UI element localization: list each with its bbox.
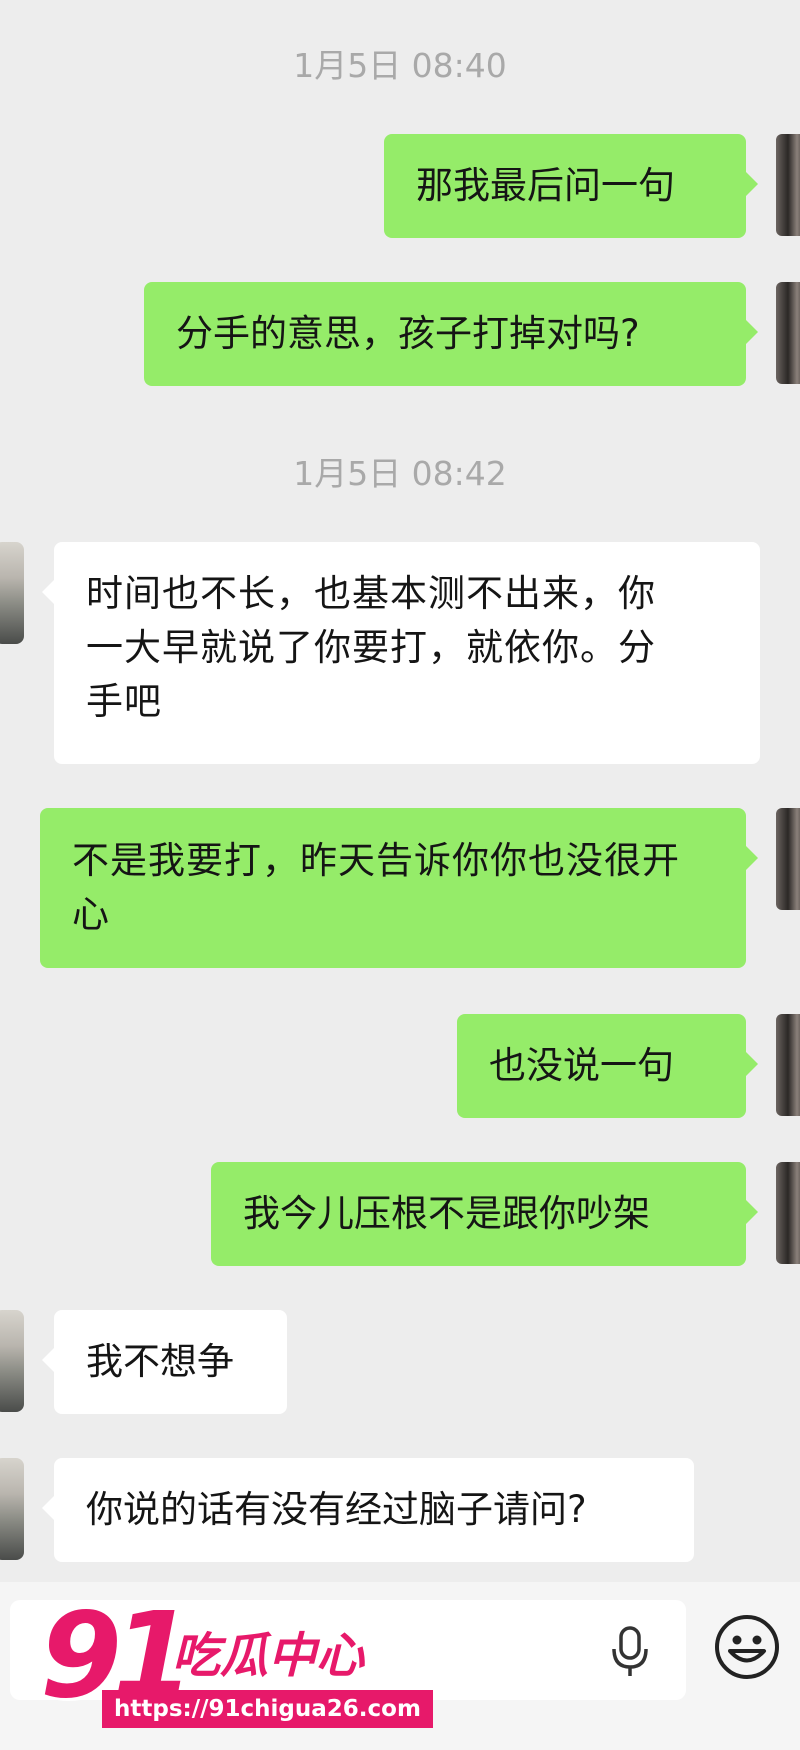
my-avatar[interactable]: [776, 282, 800, 384]
my-avatar[interactable]: [776, 1162, 800, 1264]
contact-avatar[interactable]: [0, 1310, 24, 1412]
sent-message[interactable]: 不是我要打，昨天告诉你你也没很开心: [40, 808, 758, 968]
received-message[interactable]: 你说的话有没有经过脑子请问?: [42, 1458, 694, 1562]
message-text: 我不想争: [86, 1340, 234, 1383]
my-avatar[interactable]: [776, 808, 800, 910]
message-text: 我今儿压根不是跟你吵架: [243, 1192, 650, 1235]
contact-avatar[interactable]: [0, 1458, 24, 1560]
site-watermark: 91 吃瓜中心 https://91chigua26.com: [40, 1590, 433, 1740]
contact-avatar[interactable]: [0, 542, 24, 644]
received-message[interactable]: 我不想争: [42, 1310, 287, 1414]
my-avatar[interactable]: [776, 134, 800, 236]
sent-message[interactable]: 那我最后问一句: [384, 134, 758, 238]
message-text: 那我最后问一句: [416, 164, 675, 207]
sent-message[interactable]: 也没说一句: [457, 1014, 758, 1118]
message-text: 你说的话有没有经过脑子请问?: [86, 1488, 587, 1531]
smiley-face-icon[interactable]: [714, 1614, 780, 1680]
message-text: 也没说一句: [489, 1044, 674, 1087]
timestamp: 1月5日 08:40: [293, 46, 507, 85]
timestamp: 1月5日 08:42: [293, 454, 507, 493]
my-avatar[interactable]: [776, 1014, 800, 1116]
message-text: 时间也不长，也基本测不出来，你一大早就说了你要打，就依你。分手吧: [86, 572, 656, 723]
watermark-title: 吃瓜中心: [172, 1628, 365, 1684]
microphone-icon[interactable]: [610, 1625, 650, 1679]
watermark-url: https://91chigua26.com: [102, 1690, 433, 1728]
sent-message[interactable]: 我今儿压根不是跟你吵架: [211, 1162, 758, 1266]
message-text: 分手的意思，孩子打掉对吗?: [176, 312, 640, 355]
received-message[interactable]: 时间也不长，也基本测不出来，你一大早就说了你要打，就依你。分手吧: [42, 542, 760, 764]
message-text: 不是我要打，昨天告诉你你也没很开心: [72, 839, 680, 936]
sent-message[interactable]: 分手的意思，孩子打掉对吗?: [144, 282, 758, 386]
